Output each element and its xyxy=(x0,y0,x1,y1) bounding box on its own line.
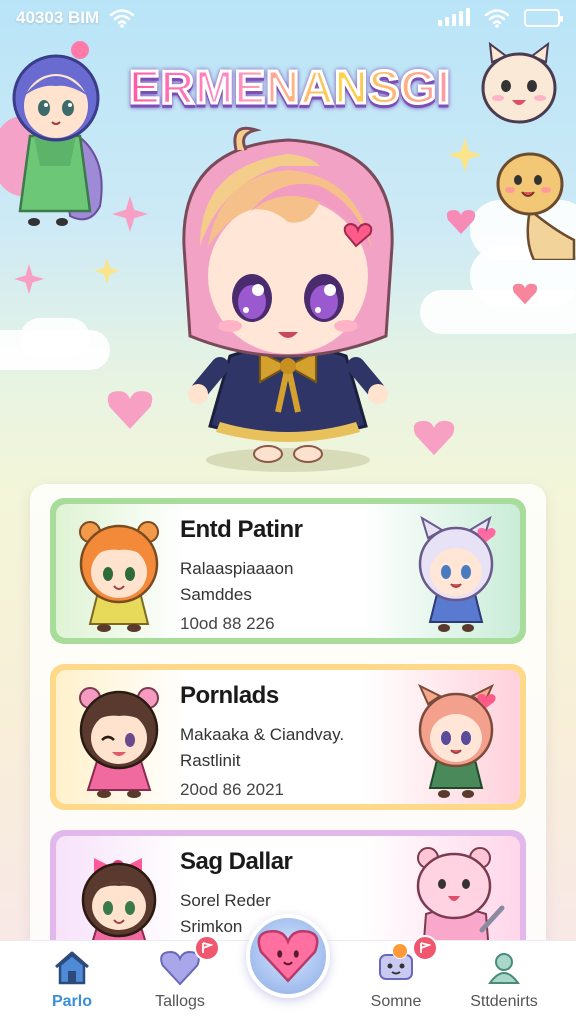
battery-icon xyxy=(524,9,563,27)
character-avatar xyxy=(417,683,496,798)
heart-icon xyxy=(160,950,200,986)
center-favorite-button[interactable] xyxy=(246,914,330,998)
cards-panel: Entd Patinr Ralaaspiaaaon Samddes 10od 8… xyxy=(30,484,546,954)
star-decoration xyxy=(94,258,120,284)
hero-character xyxy=(182,126,394,472)
card-date: 10od 88 226 xyxy=(180,614,275,633)
mascot-cat-right xyxy=(481,42,557,124)
nav-item-somne[interactable]: Somne xyxy=(344,935,448,1024)
flag-icon xyxy=(202,942,213,953)
status-time: 40303 BIM xyxy=(16,8,100,27)
card-title: Entd Patinr xyxy=(180,516,303,543)
card-title: Pornlads xyxy=(180,682,279,709)
card-date: 20od 86 2021 xyxy=(180,780,284,799)
card-subtitle: Rastlinit xyxy=(180,751,241,770)
nav-item-home[interactable]: Parlo xyxy=(20,941,124,1024)
heart-decoration xyxy=(446,210,476,234)
signal-icon xyxy=(438,8,470,26)
character-avatar xyxy=(79,687,159,798)
notification-badge xyxy=(194,935,220,961)
star-decoration xyxy=(448,138,482,172)
notification-dot xyxy=(392,943,408,959)
mascot-dog-right xyxy=(496,152,576,260)
nav-item-tallogs[interactable]: Tallogs xyxy=(128,935,232,1024)
home-icon xyxy=(55,951,89,985)
character-avatar xyxy=(418,515,496,632)
status-bar: 40303 BIM xyxy=(0,0,576,36)
card-subtitle: Samddes xyxy=(180,585,252,604)
cloud-decoration xyxy=(20,318,90,358)
nav-label: Tallogs xyxy=(155,993,205,1010)
list-item-card[interactable]: Entd Patinr Ralaaspiaaaon Samddes 10od 8… xyxy=(50,498,526,644)
wifi-icon xyxy=(109,9,135,28)
heart-decoration xyxy=(512,283,538,305)
notification-badge xyxy=(412,935,438,961)
card-subtitle: Makaaka & Ciandvay. xyxy=(180,725,345,744)
character-avatar xyxy=(81,858,157,954)
app-title: ERMENANSGI xyxy=(108,52,472,122)
card-subtitle: Ralaaspiaaaon xyxy=(180,559,294,578)
card-title: Sag Dallar xyxy=(180,848,293,875)
user-icon xyxy=(488,953,520,984)
character-avatar xyxy=(79,521,159,632)
nav-label: Sttdenirts xyxy=(470,993,538,1010)
nav-label: Parlo xyxy=(51,993,92,1010)
star-decoration xyxy=(14,264,44,294)
flag-icon xyxy=(420,942,431,953)
heart-icon xyxy=(257,929,319,983)
character-girl-left xyxy=(0,41,103,226)
nav-item-students[interactable]: Sttdenirts xyxy=(452,941,556,1024)
star-decoration xyxy=(112,196,148,232)
card-text: Pornlads Makaaka & Ciandvay. Rastlinit 2… xyxy=(180,682,344,800)
nav-label: Somne xyxy=(370,993,422,1010)
heart-decoration xyxy=(107,391,153,429)
card-text: Entd Patinr Ralaaspiaaaon Samddes 10od 8… xyxy=(180,516,303,634)
list-item-card[interactable]: Pornlads Makaaka & Ciandvay. Rastlinit 2… xyxy=(50,664,526,810)
card-subtitle: Sorel Reder xyxy=(180,891,271,910)
wifi-icon xyxy=(484,9,510,28)
